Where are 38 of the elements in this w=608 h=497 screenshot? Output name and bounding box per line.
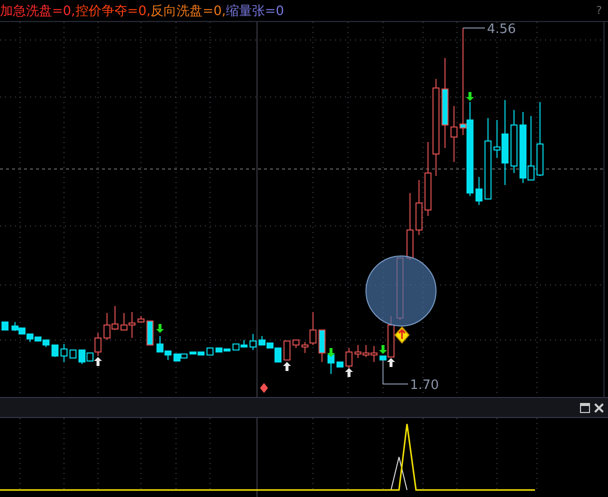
candlestick	[346, 348, 352, 368]
candlestick	[146, 320, 154, 346]
candlestick	[70, 350, 76, 358]
restore-icon[interactable]	[580, 402, 590, 412]
indicator-legend: 控价争夺=0,	[75, 2, 151, 20]
down-arrow-icon	[327, 348, 335, 357]
indicator-legend: 加急洗盘=0,	[0, 2, 76, 20]
candlestick	[52, 344, 58, 358]
candlestick	[2, 322, 8, 330]
up-arrow-icon	[387, 358, 395, 367]
indicator-legend: 反向洗盘=0,	[150, 2, 226, 20]
candlestick	[292, 340, 300, 348]
indicator-legend: 缩量张=0	[226, 2, 284, 20]
highlight-circle	[366, 256, 436, 326]
candlestick	[476, 176, 482, 206]
diamond-marker-icon	[260, 383, 268, 393]
up-arrow-icon	[94, 357, 102, 366]
candlestick	[328, 354, 334, 374]
down-arrow-icon	[156, 324, 164, 333]
candlestick	[318, 330, 326, 362]
candlestick	[60, 344, 68, 362]
candlestick	[416, 180, 422, 236]
candlestick	[138, 316, 144, 322]
low-price-label: 1.70	[410, 378, 439, 393]
high-price-label: 4.56	[487, 22, 516, 37]
close-icon[interactable]	[594, 402, 604, 412]
candlestick	[510, 110, 518, 174]
leader-line	[382, 360, 408, 384]
candlestick	[250, 334, 256, 350]
up-arrow-icon	[345, 368, 353, 377]
signal-diamond-icon	[394, 326, 410, 344]
candlestick	[336, 362, 344, 368]
down-arrow-icon	[379, 345, 387, 354]
up-arrow-icon	[283, 362, 291, 371]
candlestick	[450, 106, 458, 162]
down-arrow-icon	[466, 92, 474, 101]
help-icon[interactable]: ?	[596, 4, 602, 17]
candlestick	[284, 340, 290, 360]
